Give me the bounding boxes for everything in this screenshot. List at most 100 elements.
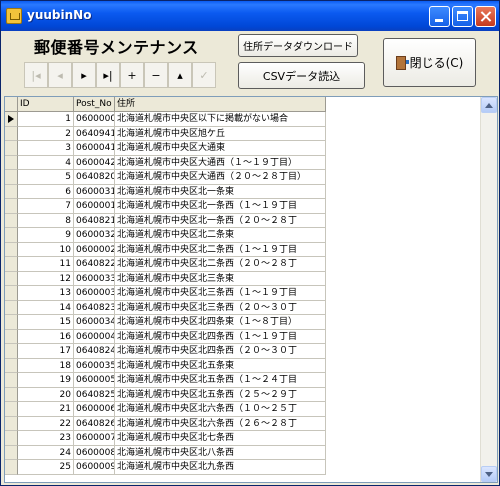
cell-id[interactable]: 9 <box>18 228 74 243</box>
table-row[interactable]: 5 0640820 北海道札幌市中央区大通西（２０～２８丁目） <box>5 170 326 185</box>
cell-post-no[interactable]: 0600031 <box>74 184 115 199</box>
table-row[interactable]: 16 0600004 北海道札幌市中央区北四条西（１～１９丁目 <box>5 329 326 344</box>
cell-id[interactable]: 13 <box>18 286 74 301</box>
cell-id[interactable]: 12 <box>18 271 74 286</box>
row-indicator[interactable] <box>5 126 18 141</box>
cell-address[interactable]: 北海道札幌市中央区北三条西（１～１９丁目 <box>115 286 326 301</box>
cell-post-no[interactable]: 0640824 <box>74 344 115 359</box>
cell-address[interactable]: 北海道札幌市中央区北六条西（２６～２８丁 <box>115 416 326 431</box>
csv-load-button[interactable]: CSVデータ読込 <box>238 62 365 89</box>
table-row[interactable]: 2 0640941 北海道札幌市中央区旭ケ丘 <box>5 126 326 141</box>
row-indicator[interactable] <box>5 315 18 330</box>
post-record-button[interactable]: ✓ <box>192 62 216 88</box>
cell-address[interactable]: 北海道札幌市中央区北八条西 <box>115 445 326 460</box>
cell-address[interactable]: 北海道札幌市中央区北一条東 <box>115 184 326 199</box>
cell-id[interactable]: 19 <box>18 373 74 388</box>
row-indicator[interactable] <box>5 416 18 431</box>
cell-address[interactable]: 北海道札幌市中央区北四条東（１～８丁目） <box>115 315 326 330</box>
cell-post-no[interactable]: 0600002 <box>74 242 115 257</box>
row-indicator[interactable] <box>5 460 18 475</box>
cell-id[interactable]: 15 <box>18 315 74 330</box>
table-row[interactable]: 15 0600034 北海道札幌市中央区北四条東（１～８丁目） <box>5 315 326 330</box>
cell-address[interactable]: 北海道札幌市中央区北四条西（１～１９丁目 <box>115 329 326 344</box>
cell-id[interactable]: 24 <box>18 445 74 460</box>
postal-data-grid[interactable]: ID Post_No 住所 1 0600000 北海道札幌市中央区以下に掲載がない場… <box>4 96 498 483</box>
table-row[interactable]: 14 0640823 北海道札幌市中央区北三条西（２０～３０丁 <box>5 300 326 315</box>
table-row[interactable]: 6 0600031 北海道札幌市中央区北一条東 <box>5 184 326 199</box>
cell-post-no[interactable]: 0640820 <box>74 170 115 185</box>
table-row[interactable]: 17 0640824 北海道札幌市中央区北四条西（２０～３０丁 <box>5 344 326 359</box>
title-bar[interactable]: yuubinNo <box>1 1 499 31</box>
cell-id[interactable]: 4 <box>18 155 74 170</box>
first-record-button[interactable]: |◂ <box>24 62 48 88</box>
row-indicator[interactable] <box>5 445 18 460</box>
table-row[interactable]: 3 0600041 北海道札幌市中央区大通東 <box>5 141 326 156</box>
row-indicator[interactable] <box>5 286 18 301</box>
cell-post-no[interactable]: 0600006 <box>74 402 115 417</box>
cell-post-no[interactable]: 0600004 <box>74 329 115 344</box>
next-record-button[interactable]: ▸ <box>72 62 96 88</box>
table-row[interactable]: 7 0600001 北海道札幌市中央区北一条西（１～１９丁目 <box>5 199 326 214</box>
close-window-button[interactable] <box>475 6 496 27</box>
vertical-scrollbar[interactable] <box>480 97 497 482</box>
row-indicator[interactable] <box>5 155 18 170</box>
cell-post-no[interactable]: 0640823 <box>74 300 115 315</box>
table-row[interactable]: 25 0600009 北海道札幌市中央区北九条西 <box>5 460 326 475</box>
row-indicator[interactable] <box>5 213 18 228</box>
cell-address[interactable]: 北海道札幌市中央区北二条東 <box>115 228 326 243</box>
cell-post-no[interactable]: 0640822 <box>74 257 115 272</box>
cell-address[interactable]: 北海道札幌市中央区北七条西 <box>115 431 326 446</box>
cell-address[interactable]: 北海道札幌市中央区北五条東 <box>115 358 326 373</box>
table-row[interactable]: 19 0600005 北海道札幌市中央区北五条西（１～２４丁目 <box>5 373 326 388</box>
cell-id[interactable]: 8 <box>18 213 74 228</box>
row-indicator[interactable] <box>5 300 18 315</box>
row-indicator[interactable] <box>5 199 18 214</box>
table-row[interactable]: 18 0600035 北海道札幌市中央区北五条東 <box>5 358 326 373</box>
cell-address[interactable]: 北海道札幌市中央区北四条西（２０～３０丁 <box>115 344 326 359</box>
address-download-button[interactable]: 住所データダウンロード <box>238 34 358 57</box>
cell-post-no[interactable]: 0600009 <box>74 460 115 475</box>
cell-address[interactable]: 北海道札幌市中央区北二条西（２０～２８丁 <box>115 257 326 272</box>
cell-address[interactable]: 北海道札幌市中央区北三条西（２０～３０丁 <box>115 300 326 315</box>
cell-id[interactable]: 20 <box>18 387 74 402</box>
table-row[interactable]: 8 0640821 北海道札幌市中央区北一条西（２０～２８丁 <box>5 213 326 228</box>
table-row[interactable]: 10 0600002 北海道札幌市中央区北二条西（１～１９丁目 <box>5 242 326 257</box>
row-indicator[interactable] <box>5 112 18 127</box>
close-button[interactable]: 閉じる(C) <box>383 38 476 87</box>
cell-id[interactable]: 17 <box>18 344 74 359</box>
table-row[interactable]: 24 0600008 北海道札幌市中央区北八条西 <box>5 445 326 460</box>
cell-id[interactable]: 22 <box>18 416 74 431</box>
cell-id[interactable]: 2 <box>18 126 74 141</box>
table-row[interactable]: 1 0600000 北海道札幌市中央区以下に掲載がない場合 <box>5 112 326 127</box>
cell-address[interactable]: 北海道札幌市中央区北九条西 <box>115 460 326 475</box>
row-indicator[interactable] <box>5 431 18 446</box>
cell-id[interactable]: 1 <box>18 112 74 127</box>
column-header-id[interactable]: ID <box>18 97 74 112</box>
cell-id[interactable]: 14 <box>18 300 74 315</box>
cell-post-no[interactable]: 0600041 <box>74 141 115 156</box>
cell-post-no[interactable]: 0640826 <box>74 416 115 431</box>
last-record-button[interactable]: ▸| <box>96 62 120 88</box>
prior-record-button[interactable]: ◂ <box>48 62 72 88</box>
column-header-post-no[interactable]: Post_No <box>74 97 115 112</box>
cell-post-no[interactable]: 0600000 <box>74 112 115 127</box>
row-indicator[interactable] <box>5 387 18 402</box>
table-row[interactable]: 23 0600007 北海道札幌市中央区北七条西 <box>5 431 326 446</box>
minimize-button[interactable] <box>429 6 450 27</box>
cell-post-no[interactable]: 0600001 <box>74 199 115 214</box>
table-row[interactable]: 4 0600042 北海道札幌市中央区大通西（１～１９丁目） <box>5 155 326 170</box>
row-indicator[interactable] <box>5 329 18 344</box>
row-indicator[interactable] <box>5 373 18 388</box>
row-indicator[interactable] <box>5 170 18 185</box>
cell-address[interactable]: 北海道札幌市中央区北一条西（１～１９丁目 <box>115 199 326 214</box>
cell-address[interactable]: 北海道札幌市中央区大通東 <box>115 141 326 156</box>
row-indicator[interactable] <box>5 141 18 156</box>
cell-id[interactable]: 23 <box>18 431 74 446</box>
insert-record-button[interactable]: + <box>120 62 144 88</box>
row-indicator[interactable] <box>5 228 18 243</box>
cell-address[interactable]: 北海道札幌市中央区以下に掲載がない場合 <box>115 112 326 127</box>
cell-post-no[interactable]: 0640821 <box>74 213 115 228</box>
table-row[interactable]: 13 0600003 北海道札幌市中央区北三条西（１～１９丁目 <box>5 286 326 301</box>
scroll-up-arrow[interactable] <box>481 97 497 113</box>
cell-post-no[interactable]: 0640825 <box>74 387 115 402</box>
